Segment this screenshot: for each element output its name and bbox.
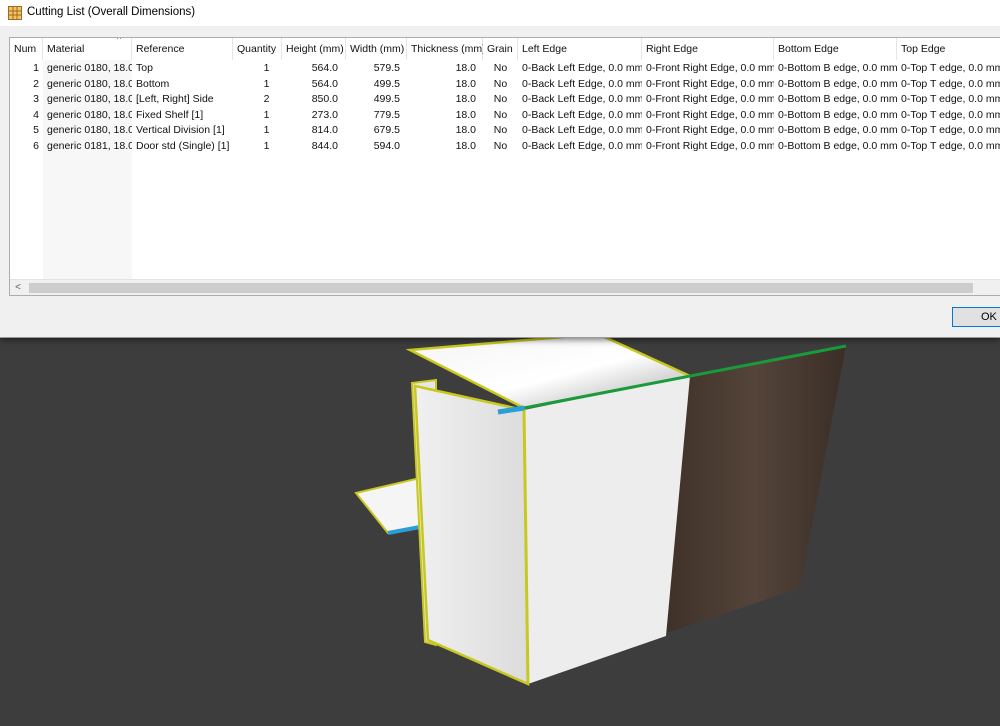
fixed-shelf [354,476,421,535]
cell-right-edge: 0-Front Right Edge, 0.0 mm [646,62,774,74]
cell-top-edge: 0-Top T edge, 0.0 mm [901,124,1000,137]
cell-num: 3 [33,93,39,106]
cell-num: 1 [33,62,39,74]
cell-thickness: 18.0 [455,140,476,152]
table-row[interactable]: 1 generic 0180, 18.0 Top 1 564.0 579.5 1… [10,61,1000,77]
cell-right-edge: 0-Front Right Edge, 0.0 mm [646,140,774,152]
column-header-material[interactable]: Material ^ [43,38,132,60]
cell-bottom-edge: 0-Bottom B edge, 0.0 mm [778,140,897,152]
cell-grain: No [493,93,508,106]
scroll-left-arrow-icon[interactable]: < [10,280,26,295]
dialog-title: Cutting List (Overall Dimensions) [27,6,196,18]
column-header-quantity[interactable]: Quantity [233,38,282,60]
cell-width: 499.5 [373,93,400,106]
cell-height: 844.0 [311,140,338,152]
table-header: Num Material ^ Reference Quantity Height … [10,38,1000,60]
table-row[interactable]: 3 generic 0180, 18.0 [Left, Right] Side … [10,92,1000,108]
column-header-grain[interactable]: Grain [483,38,518,60]
cell-width: 679.5 [373,124,400,137]
cell-material: generic 0180, 18.0 [47,108,132,121]
cell-bottom-edge: 0-Bottom B edge, 0.0 mm [778,108,897,121]
cell-material: generic 0181, 18.0 [47,140,132,152]
table-row[interactable]: 4 generic 0180, 18.0 Fixed Shelf [1] 1 2… [10,108,1000,124]
cell-left-edge: 0-Back Left Edge, 0.0 mm [522,108,642,121]
cell-width: 594.0 [373,140,400,152]
cell-grain: No [493,108,508,121]
door-panel [664,346,846,634]
cell-right-edge: 0-Front Right Edge, 0.0 mm [646,124,774,137]
cell-top-edge: 0-Top T edge, 0.0 mm [901,93,1000,106]
cell-bottom-edge: 0-Bottom B edge, 0.0 mm [778,62,897,74]
cell-material: generic 0180, 18.0 [47,62,132,74]
cutting-list-dialog: Cutting List (Overall Dimensions) Num Ma… [0,0,1000,338]
cell-height: 850.0 [311,93,338,106]
cell-material: generic 0180, 18.0 [47,77,132,90]
cell-top-edge: 0-Top T edge, 0.0 mm [901,62,1000,74]
table-row[interactable]: 6 generic 0181, 18.0 Door std (Single) [… [10,139,1000,155]
cell-material: generic 0180, 18.0 [47,124,132,137]
cell-material: generic 0180, 18.0 [47,93,132,106]
column-header-top-edge[interactable]: Top Edge [897,38,1000,60]
cell-left-edge: 0-Back Left Edge, 0.0 mm [522,93,642,106]
cell-thickness: 18.0 [455,77,476,90]
horizontal-scrollbar[interactable]: < [10,279,1000,295]
cell-reference: Vertical Division [1] [136,124,225,137]
table-row[interactable]: 2 generic 0180, 18.0 Bottom 1 564.0 499.… [10,77,1000,93]
ok-button[interactable]: OK [952,307,1000,327]
cell-reference: Bottom [136,77,170,90]
column-header-height[interactable]: Height (mm) [282,38,346,60]
cell-height: 564.0 [311,77,338,90]
column-header-width[interactable]: Width (mm) [346,38,407,60]
cutting-list-table[interactable]: Num Material ^ Reference Quantity Height … [9,37,1000,296]
cell-bottom-edge: 0-Bottom B edge, 0.0 mm [778,124,897,137]
cell-left-edge: 0-Back Left Edge, 0.0 mm [522,62,642,74]
cell-grain: No [493,77,508,90]
column-header-bottom-edge[interactable]: Bottom Edge [774,38,897,60]
cell-right-edge: 0-Front Right Edge, 0.0 mm [646,93,774,106]
column-header-left-edge[interactable]: Left Edge [518,38,642,60]
cell-left-edge: 0-Back Left Edge, 0.0 mm [522,77,642,90]
left-side-panel [413,384,530,686]
cell-height: 564.0 [311,62,338,74]
title-bar[interactable]: Cutting List (Overall Dimensions) [0,0,1000,26]
table-row[interactable]: 5 generic 0180, 18.0 Vertical Division [… [10,123,1000,139]
cell-right-edge: 0-Front Right Edge, 0.0 mm [646,108,774,121]
cell-reference: Door std (Single) [1] [136,140,230,152]
cell-thickness: 18.0 [455,62,476,74]
cell-num: 2 [33,77,39,90]
cell-thickness: 18.0 [455,108,476,121]
cell-left-edge: 0-Back Left Edge, 0.0 mm [522,124,642,137]
cell-bottom-edge: 0-Bottom B edge, 0.0 mm [778,77,897,90]
column-header-right-edge[interactable]: Right Edge [642,38,774,60]
cell-reference: Top [136,62,153,74]
cabinet-grid-icon [8,6,22,20]
cell-num: 6 [33,140,39,152]
cell-grain: No [493,124,508,137]
cell-top-edge: 0-Top T edge, 0.0 mm [901,108,1000,121]
column-header-reference[interactable]: Reference [132,38,233,60]
sort-ascending-icon: ^ [117,37,122,44]
cell-bottom-edge: 0-Bottom B edge, 0.0 mm [778,93,897,106]
cell-num: 5 [33,124,39,137]
cell-top-edge: 0-Top T edge, 0.0 mm [901,140,1000,152]
cell-width: 779.5 [373,108,400,121]
cell-grain: No [493,62,508,74]
cell-reference: Fixed Shelf [1] [136,108,204,121]
cell-width: 579.5 [373,62,400,74]
cell-left-edge: 0-Back Left Edge, 0.0 mm [522,140,642,152]
right-side-panel [524,376,690,684]
column-header-num[interactable]: Num [10,38,43,60]
cell-height: 814.0 [311,124,338,137]
cell-num: 4 [33,108,39,121]
cell-thickness: 18.0 [455,93,476,106]
cell-thickness: 18.0 [455,124,476,137]
cell-width: 499.5 [373,77,400,90]
column-header-thickness[interactable]: Thickness (mm) [407,38,486,60]
scrollbar-thumb[interactable] [29,283,973,293]
cell-grain: No [493,140,508,152]
cell-reference: [Left, Right] Side [136,93,214,106]
cell-right-edge: 0-Front Right Edge, 0.0 mm [646,77,774,90]
cell-top-edge: 0-Top T edge, 0.0 mm [901,77,1000,90]
cell-height: 273.0 [311,108,338,121]
